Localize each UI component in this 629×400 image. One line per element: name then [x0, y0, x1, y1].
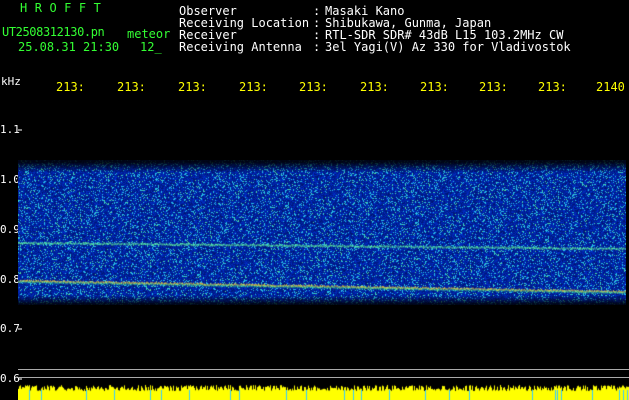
- hour-value: 12_: [140, 40, 162, 54]
- info-value-antenna: 3el Yagi(V) Az 330 for Vladivostok: [325, 40, 571, 54]
- x-tick: 2140: [596, 80, 625, 94]
- y-tick: 0.7: [0, 322, 20, 335]
- separator-line: [18, 369, 629, 370]
- y-tick: 0.9: [0, 223, 20, 236]
- y-tick: 0.6: [0, 372, 20, 385]
- info-label-antenna: Receiving Antenna: [179, 40, 302, 54]
- date-time: 25.08.31 21:30: [18, 40, 120, 54]
- y-tick: 0.8: [0, 273, 20, 286]
- file-name: UT2508312130.pn: [2, 25, 105, 39]
- x-tick: 213:: [239, 80, 268, 94]
- y-tick: 1.0: [0, 173, 20, 186]
- x-tick: 213:: [117, 80, 146, 94]
- x-tick: 213:: [479, 80, 508, 94]
- x-tick: 213:: [360, 80, 389, 94]
- app-title: HROFFT: [20, 1, 109, 15]
- spectrogram-image: [18, 160, 626, 305]
- separator-line: [18, 377, 629, 378]
- signal-level-strip: [18, 384, 629, 400]
- x-tick: 213:: [299, 80, 328, 94]
- x-tick: 213:: [420, 80, 449, 94]
- spectrogram-window: HROFFT UT2508312130.pn meteor 25.08.31 2…: [0, 0, 629, 400]
- meteor-label: meteor: [127, 27, 171, 41]
- y-tick: 1.1: [0, 123, 20, 136]
- y-axis-unit: kHz: [1, 75, 21, 88]
- x-tick: 213:: [56, 80, 85, 94]
- info-colon: :: [313, 40, 321, 54]
- x-tick: 213:: [178, 80, 207, 94]
- x-tick: 213:: [538, 80, 567, 94]
